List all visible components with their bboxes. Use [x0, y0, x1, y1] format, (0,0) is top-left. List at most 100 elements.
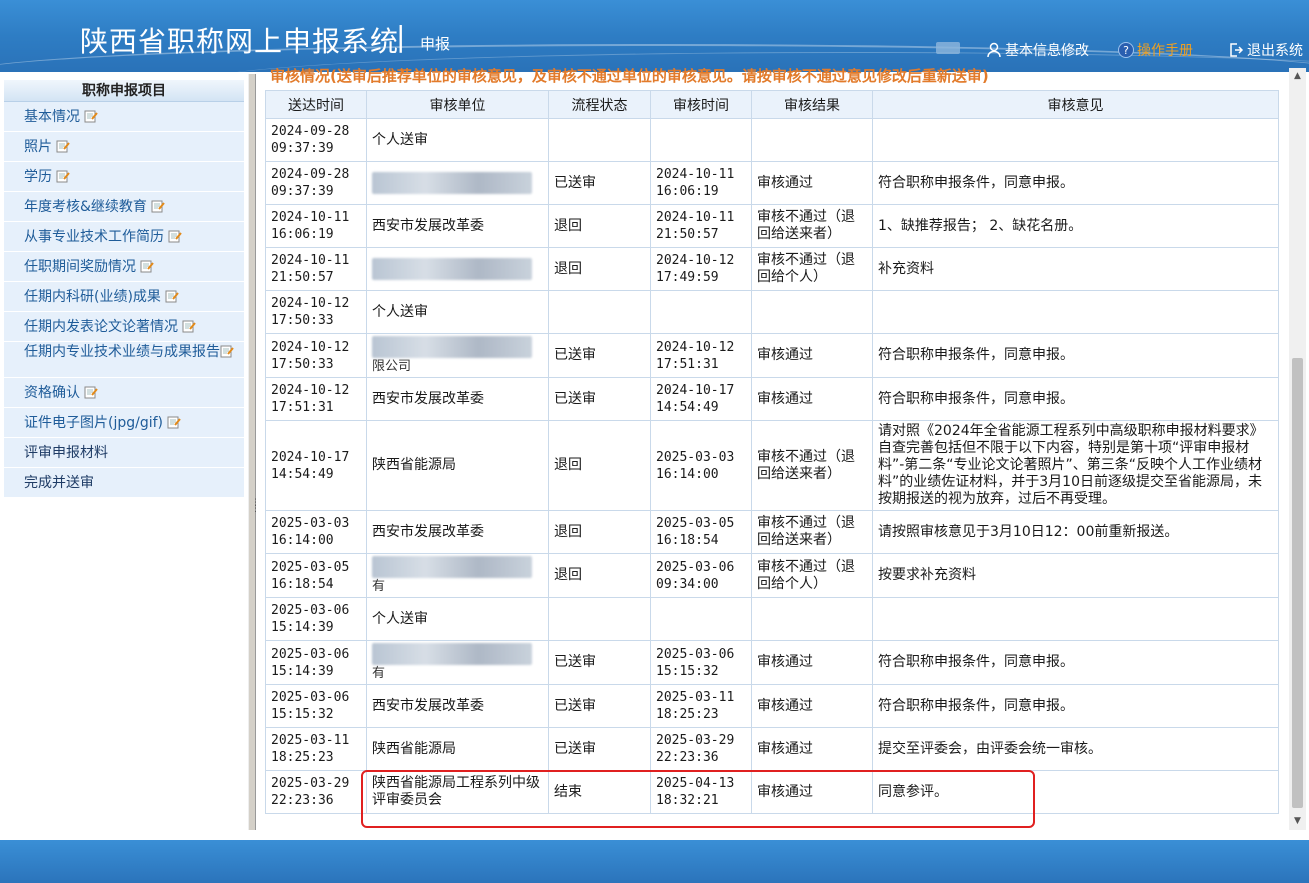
- sidebar-item-work-history[interactable]: 从事专业技术工作简历: [4, 222, 244, 252]
- table-row: 2025-03-06 15:14:39 个人送审: [265, 597, 1279, 641]
- redaction-blur: [372, 258, 532, 280]
- redacted-unit: 有: [372, 643, 543, 682]
- cell-sent-time: 2024-09-28 09:37:39: [265, 118, 367, 162]
- cell-opinion: 提交至评委会，由评委会统一审核。: [872, 727, 1279, 771]
- cell-audit-time: 2024-10-12 17:49:59: [650, 247, 752, 291]
- sidebar-item-label: 任期内发表论文论著情况: [24, 319, 178, 335]
- cell-status: 退回: [548, 247, 651, 291]
- scroll-thumb[interactable]: [1292, 358, 1303, 808]
- redacted-unit: [372, 172, 543, 194]
- cell-opinion: 请按照审核意见于3月10日12：00前重新报送。: [872, 510, 1279, 554]
- cell-opinion: 符合职称申报条件，同意申报。: [872, 684, 1279, 728]
- cell-audit-unit: 限公司: [366, 333, 549, 378]
- sidebar-item-awards[interactable]: 任职期间奖励情况: [4, 252, 244, 282]
- cell-audit-time: 2024-10-17 14:54:49: [650, 377, 752, 421]
- table-row: 2025-03-06 15:14:39 有 已送审 2025-03-06 15:15:…: [265, 640, 1279, 685]
- cell-opinion: 符合职称申报条件，同意申报。: [872, 161, 1279, 205]
- cell-audit-time: [650, 118, 752, 162]
- sidebar-item-qualification[interactable]: 资格确认: [4, 378, 244, 408]
- cell-status: [548, 597, 651, 641]
- sidebar-item-education[interactable]: 学历: [4, 162, 244, 192]
- sidebar-item-label: 任职期间奖励情况: [24, 259, 136, 275]
- profile-edit-link[interactable]: 基本信息修改: [986, 40, 1089, 60]
- scroll-down-icon[interactable]: ▼: [1289, 813, 1306, 830]
- sidebar-item-label: 年度考核&继续教育: [24, 199, 147, 215]
- sidebar-item-research[interactable]: 任期内科研(业绩)成果: [4, 282, 244, 312]
- manual-link[interactable]: ? 操作手册: [1118, 40, 1193, 60]
- cell-audit-time: [650, 290, 752, 334]
- cell-sent-time: 2024-10-11 16:06:19: [265, 204, 367, 248]
- cell-audit-time: [650, 597, 752, 641]
- sidebar-item-label: 从事专业技术工作简历: [24, 229, 164, 245]
- cell-sent-time: 2025-03-29 22:23:36: [265, 770, 367, 814]
- sidebar-item-label: 完成并送审: [24, 475, 94, 491]
- sidebar-item-basic-info[interactable]: 基本情况: [4, 102, 244, 132]
- table-row: 2025-03-29 22:23:36 陕西省能源局工程系列中级评审委员会 结束 20…: [265, 770, 1279, 814]
- redaction-blur: [372, 643, 532, 665]
- sidebar-item-papers[interactable]: 任期内发表论文论著情况: [4, 312, 244, 342]
- sidebar-item-label: 任期内科研(业绩)成果: [24, 289, 161, 305]
- manual-label: 操作手册: [1137, 43, 1193, 59]
- cell-sent-time: 2024-10-11 21:50:57: [265, 247, 367, 291]
- edit-icon: [84, 110, 98, 123]
- edit-icon: [168, 230, 182, 243]
- cell-status: 退回: [548, 420, 651, 511]
- cell-opinion: [872, 597, 1279, 641]
- redaction-blur: [372, 556, 532, 578]
- cell-status: 已送审: [548, 727, 651, 771]
- cell-result: 审核通过: [751, 333, 873, 378]
- unit-visible-fragment: 有: [372, 579, 386, 594]
- cell-audit-unit: 个人送审: [366, 290, 549, 334]
- col-audit-unit: 审核单位: [366, 90, 549, 119]
- cell-opinion: 补充资料: [872, 247, 1279, 291]
- cell-audit-time: 2024-10-11 16:06:19: [650, 161, 752, 205]
- unit-visible-fragment: 限公司: [372, 359, 412, 374]
- sidebar-item-review-materials[interactable]: 评审申报材料: [4, 438, 244, 468]
- vertical-scrollbar[interactable]: ▲ ▼: [1289, 68, 1306, 830]
- sidebar-item-label: 照片: [24, 139, 52, 155]
- table-row: 2024-10-12 17:50:33 个人送审: [265, 290, 1279, 334]
- frame-splitter[interactable]: ⋮ ⋮: [248, 74, 260, 830]
- cell-result: 审核通过: [751, 161, 873, 205]
- sidebar-item-annual-review[interactable]: 年度考核&继续教育: [4, 192, 244, 222]
- cell-sent-time: 2025-03-06 15:15:32: [265, 684, 367, 728]
- cell-sent-time: 2024-09-28 09:37:39: [265, 161, 367, 205]
- cell-sent-time: 2025-03-06 15:14:39: [265, 597, 367, 641]
- system-title: 陕西省职称网上申报系统: [80, 25, 400, 58]
- edit-icon: [182, 320, 196, 333]
- logout-link[interactable]: 退出系统: [1228, 40, 1303, 60]
- cell-result: [751, 290, 873, 334]
- cell-audit-unit: [366, 247, 549, 291]
- table-row: 2024-10-12 17:51:31 西安市发展改革委 已送审 2024-10-17…: [265, 377, 1279, 421]
- col-status: 流程状态: [548, 90, 651, 119]
- table-row: 2024-10-12 17:50:33 限公司 已送审 2024-10-12 17:5…: [265, 333, 1279, 378]
- cell-status: [548, 290, 651, 334]
- redacted-unit: 限公司: [372, 336, 543, 375]
- logout-label: 退出系统: [1247, 43, 1303, 59]
- cell-result: 审核不通过（退回给送来者）: [751, 420, 873, 511]
- scroll-up-icon[interactable]: ▲: [1289, 68, 1306, 85]
- cell-audit-time: 2025-03-11 18:25:23: [650, 684, 752, 728]
- cell-audit-unit: 个人送审: [366, 597, 549, 641]
- table-row: 2025-03-11 18:25:23 陕西省能源局 已送审 2025-03-29 2…: [265, 727, 1279, 771]
- sidebar-item-submit[interactable]: 完成并送审: [4, 468, 244, 498]
- app-header: 陕西省职称网上申报系统 | 申报 基本信息修改 ? 操作手册 退出系统: [0, 0, 1309, 72]
- cell-sent-time: 2025-03-03 16:14:00: [265, 510, 367, 554]
- table-row: 2024-10-11 21:50:57 退回 2024-10-12 17:49:59…: [265, 247, 1279, 291]
- cell-audit-unit: 陕西省能源局: [366, 727, 549, 771]
- edit-icon: [220, 345, 234, 358]
- redacted-username: [936, 42, 960, 54]
- sidebar-item-performance-report[interactable]: 任期内专业技术业绩与成果报告: [4, 342, 244, 378]
- redacted-unit: [372, 258, 543, 280]
- cell-opinion: [872, 290, 1279, 334]
- cell-opinion: [872, 118, 1279, 162]
- cell-status: 已送审: [548, 333, 651, 378]
- cell-audit-time: 2025-03-29 22:23:36: [650, 727, 752, 771]
- sidebar-item-photo[interactable]: 照片: [4, 132, 244, 162]
- col-audit-time: 审核时间: [650, 90, 752, 119]
- cell-status: 结束: [548, 770, 651, 814]
- cell-opinion: 1、缺推荐报告； 2、缺花名册。: [872, 204, 1279, 248]
- redacted-unit: 有: [372, 556, 543, 595]
- sidebar-item-certificate-images[interactable]: 证件电子图片(jpg/gif): [4, 408, 244, 438]
- edit-icon: [84, 386, 98, 399]
